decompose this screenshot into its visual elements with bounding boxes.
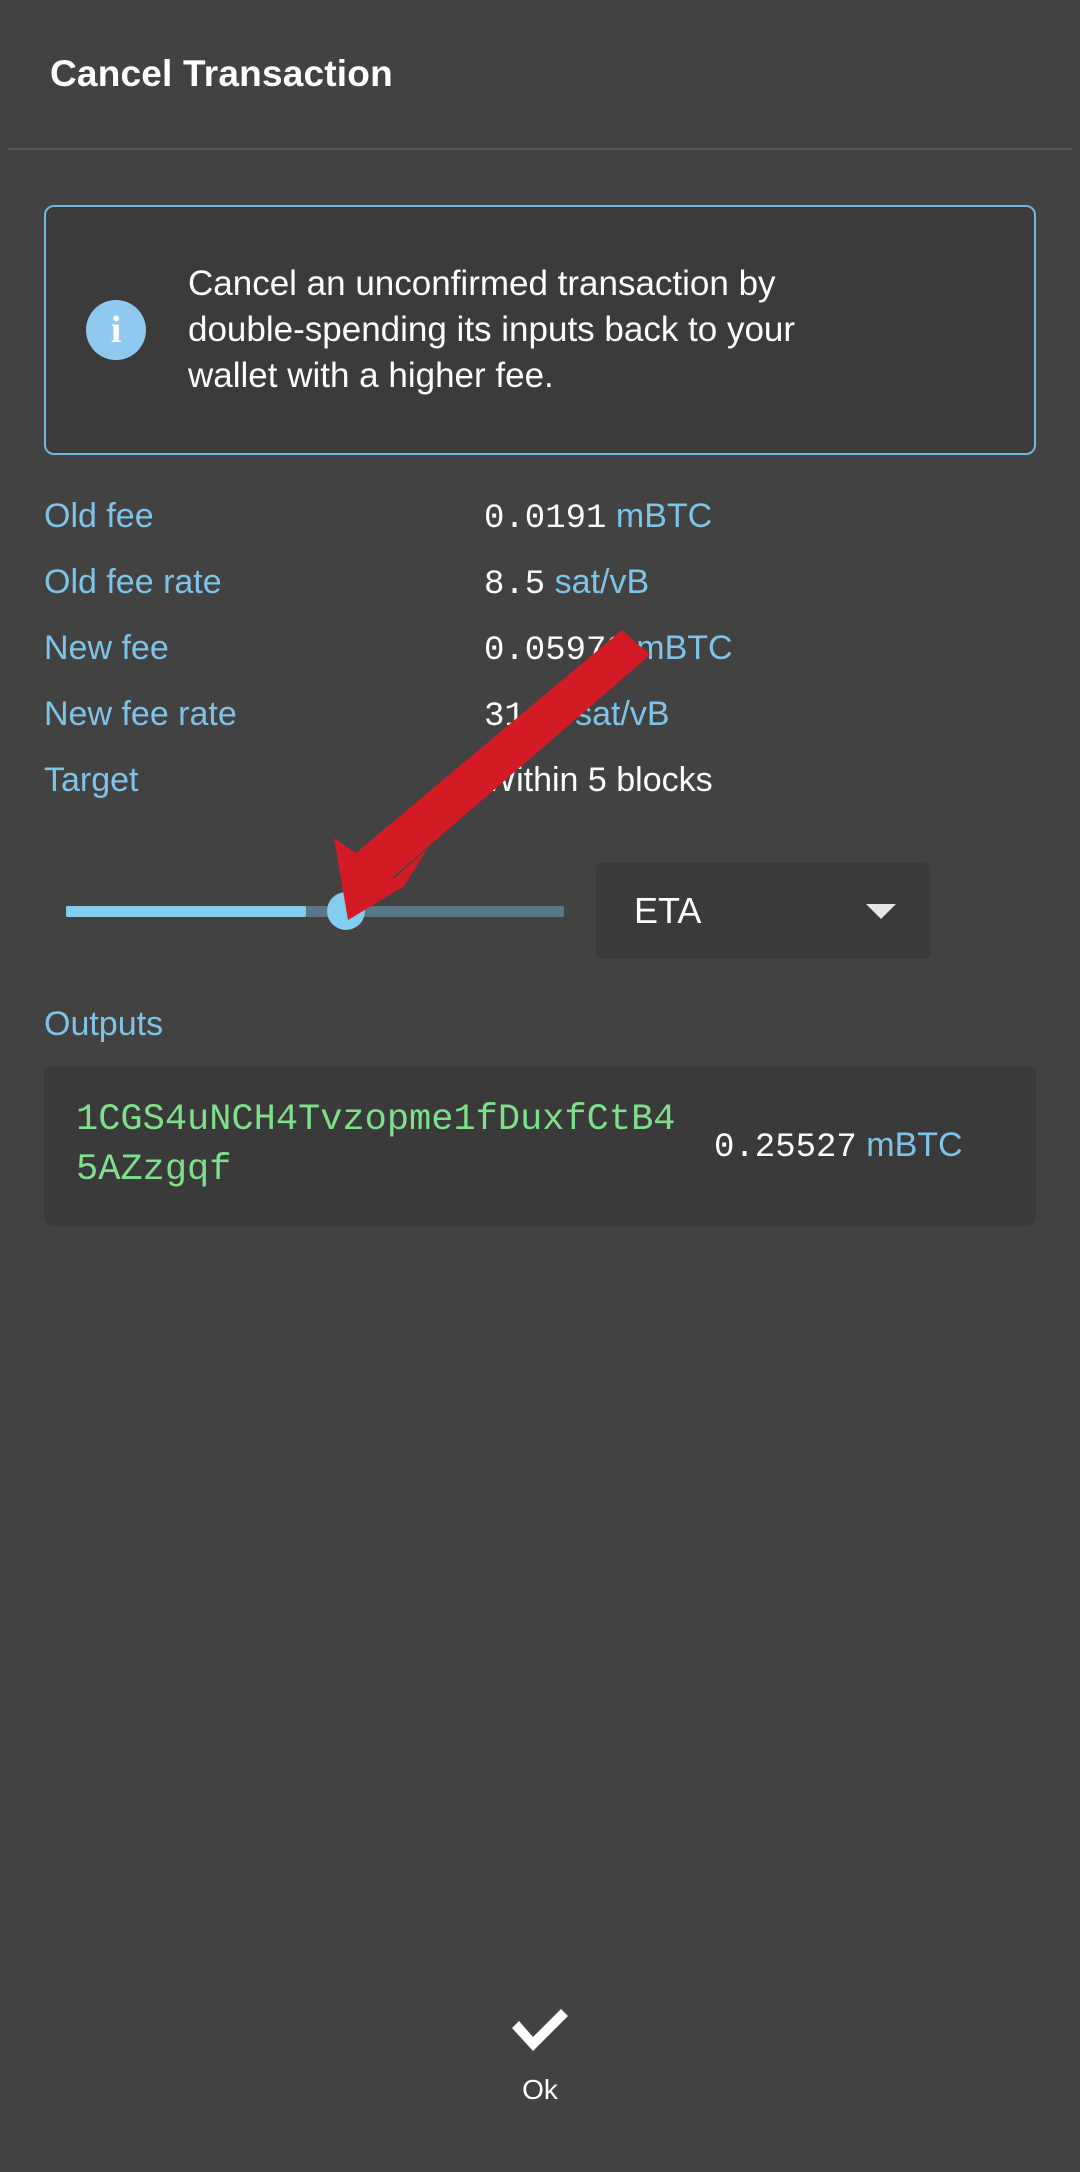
row-value-new-fee: 0.05972 mBTC — [484, 629, 733, 670]
table-row: New fee rate 31.1 sat/vB — [44, 695, 1036, 761]
dialog-content: i Cancel an unconfirmed transaction by d… — [0, 150, 1080, 1982]
cancel-transaction-dialog: Cancel Transaction i Cancel an unconfirm… — [0, 0, 1080, 2172]
table-row: Old fee rate 8.5 sat/vB — [44, 563, 1036, 629]
slider-fill — [66, 905, 306, 917]
output-amount: 0.25527 mBTC — [696, 1126, 1004, 1167]
dialog-footer: Ok — [0, 1982, 1080, 2172]
row-value-target: Within 5 blocks — [484, 761, 713, 800]
target-mode-dropdown[interactable]: ETA — [596, 863, 930, 959]
row-unit: sat/vB — [554, 563, 650, 601]
info-icon: i — [86, 300, 146, 360]
row-unit: sat/vB — [575, 695, 670, 733]
info-banner: i Cancel an unconfirmed transaction by d… — [44, 205, 1036, 455]
fee-slider[interactable] — [44, 881, 564, 941]
table-row: Old fee 0.0191 mBTC — [44, 497, 1036, 563]
fee-control-row: ETA — [44, 863, 1036, 959]
fee-slider-thumb[interactable] — [327, 892, 365, 930]
row-label-target: Target — [44, 761, 139, 799]
output-address: 1CGS4uNCH4Tvzopme1fDuxfCtB45AZzgqf — [76, 1099, 676, 1191]
row-value-new-fee-rate: 31.1 sat/vB — [484, 695, 670, 736]
dialog-titlebar: Cancel Transaction — [0, 0, 1080, 148]
table-row: New fee 0.05972 mBTC — [44, 629, 1036, 695]
row-value-old-fee-rate: 8.5 sat/vB — [484, 563, 649, 604]
ok-button-label[interactable]: Ok — [522, 2074, 558, 2106]
row-label-new-fee: New fee — [44, 629, 169, 667]
fee-details-table: Old fee 0.0191 mBTC Old fee rate 8.5 sat… — [44, 497, 1036, 827]
outputs-heading: Outputs — [44, 1005, 164, 1043]
check-icon[interactable] — [509, 2007, 571, 2060]
output-amount-unit: mBTC — [866, 1125, 963, 1164]
row-number: 0.05972 — [484, 632, 627, 670]
page-title: Cancel Transaction — [50, 53, 393, 94]
row-unit: mBTC — [636, 629, 733, 667]
row-label-old-fee: Old fee — [44, 497, 154, 535]
row-number: 0.0191 — [484, 500, 607, 538]
target-mode-value: ETA — [634, 890, 702, 931]
output-amount-number: 0.25527 — [714, 1128, 857, 1167]
row-number: 8.5 — [484, 566, 546, 604]
row-value-old-fee: 0.0191 mBTC — [484, 497, 712, 538]
chevron-down-icon — [866, 903, 896, 919]
info-banner-text: Cancel an unconfirmed transaction by dou… — [188, 263, 796, 396]
row-label-old-fee-rate: Old fee rate — [44, 563, 222, 601]
list-item[interactable]: 1CGS4uNCH4Tvzopme1fDuxfCtB45AZzgqf 0.255… — [44, 1066, 1036, 1226]
row-number: Within 5 blocks — [484, 761, 713, 799]
row-number: 31.1 — [484, 698, 566, 736]
row-unit: mBTC — [615, 497, 713, 535]
table-row: Target Within 5 blocks — [44, 761, 1036, 827]
row-label-new-fee-rate: New fee rate — [44, 695, 237, 733]
